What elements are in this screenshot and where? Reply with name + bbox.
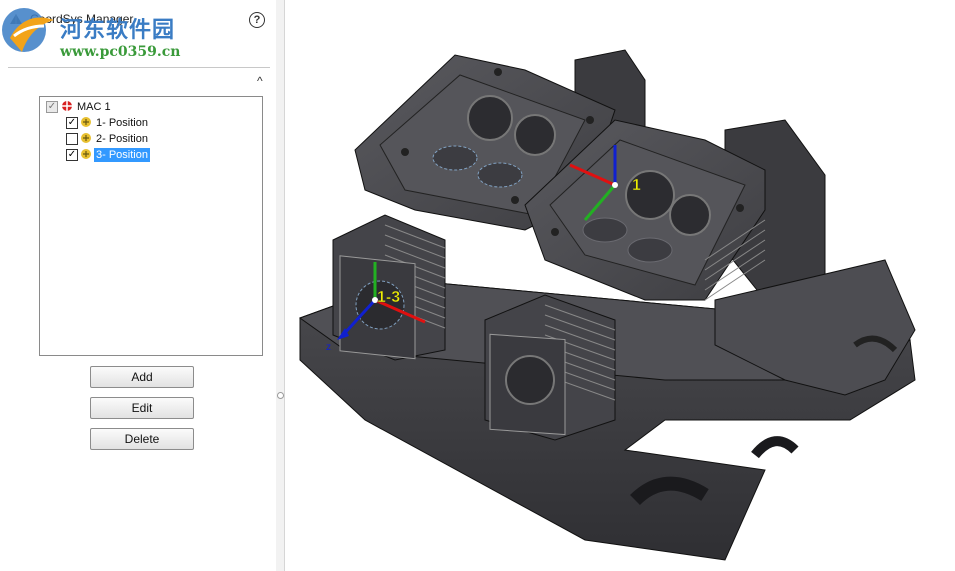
- position-3-checkbox[interactable]: ✓: [66, 149, 78, 161]
- watermark-emblem-icon: [2, 8, 54, 52]
- edit-button[interactable]: Edit: [90, 397, 194, 419]
- position-icon: [81, 149, 91, 159]
- position-icon: [81, 117, 91, 127]
- chevron-up-icon[interactable]: ^: [257, 74, 263, 88]
- position-1-checkbox[interactable]: ✓: [66, 117, 78, 129]
- tree-root-row[interactable]: ✓ MAC 1: [46, 99, 246, 115]
- coordsys-label-1-3: 1-3: [377, 289, 400, 306]
- position-icon: [81, 133, 91, 143]
- position-3-label: 3- Position: [94, 148, 150, 162]
- panel-splitter[interactable]: [276, 0, 285, 571]
- watermark-url: www.pc0359.cn: [60, 44, 181, 60]
- model-viewport[interactable]: 1 1-3 z: [285, 0, 955, 571]
- tree-item-position-2[interactable]: 2- Position: [66, 131, 246, 147]
- tree-root-label: MAC 1: [77, 101, 111, 113]
- tree-item-position-1[interactable]: ✓ 1- Position: [66, 115, 246, 131]
- position-2-label: 2- Position: [96, 133, 148, 145]
- machine-icon: [62, 101, 72, 111]
- watermark-logo: 河东软件园 www.pc0359.cn: [0, 0, 210, 64]
- add-button[interactable]: Add: [90, 366, 194, 388]
- cad-model: 1 1-3 z: [298, 49, 916, 561]
- panel-divider: [8, 67, 270, 68]
- coordsys-manager-panel: CoordSys Manager ? 河东软件园 www.pc0359.cn ^…: [0, 0, 277, 571]
- watermark-title: 河东软件园: [60, 17, 176, 43]
- tree-item-position-3[interactable]: ✓ 3- Position: [66, 147, 246, 163]
- splitter-grip-icon[interactable]: [277, 392, 284, 399]
- axis-z-label: z: [326, 342, 331, 353]
- position-1-label: 1- Position: [96, 117, 148, 129]
- delete-button[interactable]: Delete: [90, 428, 194, 450]
- tree-root-checkbox[interactable]: ✓: [46, 101, 58, 113]
- coordsys-tree[interactable]: ✓ MAC 1 ✓ 1- Position 2- Position ✓ 3- P…: [39, 96, 263, 356]
- position-2-checkbox[interactable]: [66, 133, 78, 145]
- coordsys-label-1: 1: [632, 177, 641, 194]
- help-icon[interactable]: ?: [249, 12, 265, 28]
